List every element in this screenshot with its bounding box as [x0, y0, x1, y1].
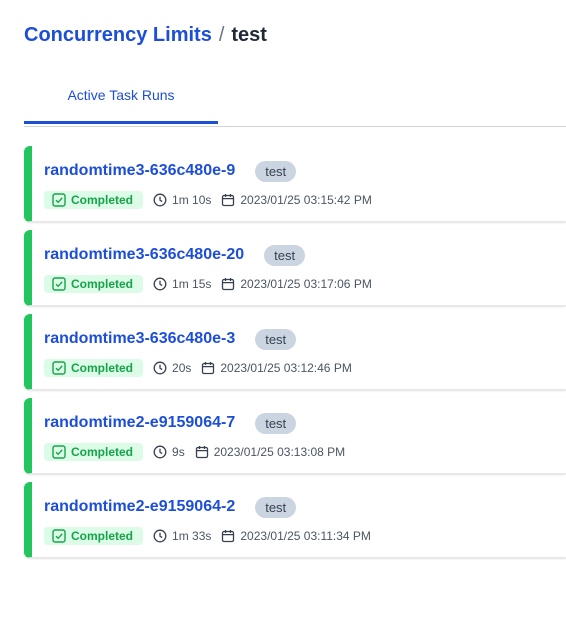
duration-value: 20s: [172, 361, 192, 375]
clock-icon: [153, 361, 167, 375]
tag-badge: test: [264, 244, 306, 266]
check-square-icon: [52, 529, 66, 543]
state-badge: Completed: [44, 359, 144, 377]
timestamp-value: 2023/01/25 03:15:42 PM: [240, 193, 372, 207]
tag-badge: test: [255, 160, 297, 182]
duration-value: 1m 33s: [172, 529, 212, 543]
breadcrumb: Concurrency Limits / test: [24, 20, 267, 50]
task-run-card: randomtime2-e9159064-7 test Completed 9s…: [24, 398, 566, 474]
tag-badge: test: [255, 328, 297, 350]
duration: 1m 15s: [153, 277, 211, 291]
tab-active-task-runs[interactable]: Active Task Runs: [24, 78, 218, 124]
clock-icon: [153, 529, 167, 543]
check-square-icon: [52, 445, 66, 459]
page-title: test: [231, 23, 267, 46]
state-label: Completed: [71, 361, 134, 375]
tag-badge: test: [255, 496, 297, 518]
state-label: Completed: [71, 193, 134, 207]
calendar-icon: [195, 446, 208, 459]
clock-icon: [153, 277, 167, 291]
timestamp: 2023/01/25 03:17:06 PM: [221, 277, 372, 291]
task-run-name-link[interactable]: randomtime3-636c480e-20: [44, 246, 244, 264]
state-label: Completed: [71, 277, 134, 291]
duration-value: 9s: [172, 445, 185, 459]
calendar-icon: [202, 362, 215, 375]
tab-bar: Active Task Runs: [24, 78, 566, 127]
clock-icon: [153, 445, 167, 459]
task-run-card: randomtime3-636c480e-20 test Completed 1…: [24, 230, 566, 306]
state-label: Completed: [71, 445, 134, 459]
timestamp-value: 2023/01/25 03:12:46 PM: [220, 361, 352, 375]
tag-badge: test: [255, 412, 297, 434]
check-square-icon: [52, 277, 66, 291]
timestamp-value: 2023/01/25 03:11:34 PM: [240, 529, 371, 543]
task-run-list: randomtime3-636c480e-9 test Completed 1m…: [24, 146, 566, 566]
task-run-name-link[interactable]: randomtime2-e9159064-7: [44, 414, 235, 432]
duration-value: 1m 15s: [172, 277, 212, 291]
task-run-name-link[interactable]: randomtime3-636c480e-9: [44, 162, 235, 180]
duration: 1m 10s: [153, 193, 211, 207]
timestamp-value: 2023/01/25 03:13:08 PM: [213, 445, 346, 459]
task-run-name-link[interactable]: randomtime2-e9159064-2: [44, 498, 235, 516]
task-run-card: randomtime2-e9159064-2 test Completed 1m…: [24, 482, 566, 558]
task-run-card: randomtime3-636c480e-9 test Completed 1m…: [24, 146, 566, 222]
state-label: Completed: [71, 529, 134, 543]
timestamp: 2023/01/25 03:15:42 PM: [221, 193, 372, 207]
task-run-card: randomtime3-636c480e-3 test Completed 20…: [24, 314, 566, 390]
duration: 20s: [153, 361, 191, 375]
calendar-icon: [222, 194, 235, 207]
state-badge: Completed: [44, 275, 144, 293]
clock-icon: [153, 193, 167, 207]
calendar-icon: [222, 530, 235, 543]
state-badge: Completed: [44, 443, 144, 461]
check-square-icon: [52, 193, 66, 207]
timestamp-value: 2023/01/25 03:17:06 PM: [240, 277, 372, 291]
timestamp: 2023/01/25 03:13:08 PM: [195, 445, 345, 459]
breadcrumb-concurrency-limits-link[interactable]: Concurrency Limits: [24, 24, 212, 47]
duration: 9s: [153, 445, 185, 459]
duration-value: 1m 10s: [172, 193, 212, 207]
check-square-icon: [52, 361, 66, 375]
timestamp: 2023/01/25 03:12:46 PM: [201, 361, 352, 375]
calendar-icon: [222, 278, 235, 291]
duration: 1m 33s: [153, 529, 211, 543]
state-badge: Completed: [44, 527, 144, 545]
task-run-name-link[interactable]: randomtime3-636c480e-3: [44, 330, 235, 348]
state-badge: Completed: [44, 191, 144, 209]
timestamp: 2023/01/25 03:11:34 PM: [221, 529, 371, 543]
breadcrumb-separator: /: [218, 23, 225, 46]
